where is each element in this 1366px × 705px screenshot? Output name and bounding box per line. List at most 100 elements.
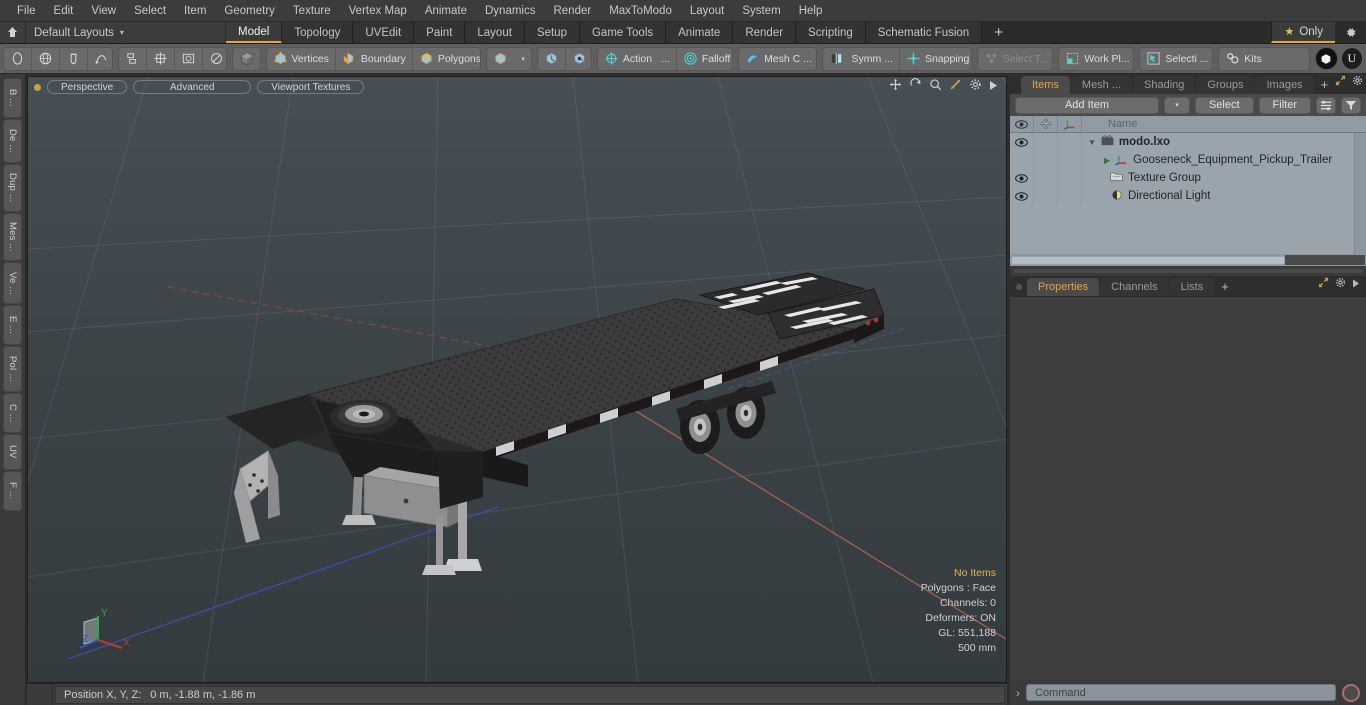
rail-tab-vertex[interactable]: Ve ... <box>3 262 22 304</box>
tab-animate[interactable]: Animate <box>666 22 734 43</box>
tab-channels[interactable]: Channels <box>1100 278 1169 296</box>
filter-button[interactable]: Filter <box>1258 96 1311 114</box>
item-list[interactable]: ▼ modo.lxo ▶ Gooseneck_Equipment_Pickup_… <box>1010 133 1366 254</box>
menu-item-file[interactable]: File <box>8 3 45 19</box>
rail-tab-duplicate[interactable]: Dup ... <box>3 164 22 212</box>
menu-item-layout[interactable]: Layout <box>681 3 734 19</box>
funnel-icon[interactable] <box>1341 96 1361 114</box>
tab-render[interactable]: Render <box>733 22 797 43</box>
rail-tab-polygon[interactable]: Pol ... <box>3 346 22 392</box>
command-input[interactable]: Command <box>1026 684 1336 701</box>
sphere-icon[interactable] <box>4 48 31 70</box>
rail-tab-mesh-edit[interactable]: Mes ... <box>3 213 22 261</box>
visibility-toggle[interactable] <box>1010 187 1034 205</box>
chevron-down-icon[interactable]: ▾ <box>514 55 530 63</box>
add-properties-tab-button[interactable]: + <box>1215 279 1235 296</box>
menu-item-select[interactable]: Select <box>125 3 175 19</box>
visibility-toggle[interactable] <box>1010 151 1034 169</box>
pan-icon[interactable] <box>889 78 902 96</box>
selection-mode-boundary[interactable]: Boundary <box>334 47 412 70</box>
menu-item-animate[interactable]: Animate <box>416 3 476 19</box>
expander-collapse-icon[interactable]: ▼ <box>1088 138 1096 147</box>
curve-icon[interactable] <box>87 47 112 70</box>
list-options-icon[interactable] <box>1316 96 1336 114</box>
viewport-more-icon[interactable] <box>989 78 998 96</box>
tab-groups[interactable]: Groups <box>1196 76 1255 94</box>
add-panel-tab-button[interactable]: + <box>1315 77 1335 94</box>
tab-layout[interactable]: Layout <box>465 22 525 43</box>
symmetry-button[interactable]: Symm ... <box>823 48 899 70</box>
only-toggle-button[interactable]: ★ Only <box>1271 22 1335 43</box>
rail-tab-uv[interactable]: UV <box>3 434 22 470</box>
selection-mode-vertices[interactable]: Vertices <box>267 48 335 70</box>
action-center-button[interactable]: Action ... <box>598 48 676 70</box>
menu-item-system[interactable]: System <box>733 3 789 19</box>
tab-items[interactable]: Items <box>1021 76 1070 94</box>
move-icon[interactable] <box>1034 116 1058 132</box>
list-item-mesh[interactable]: ▶ Gooseneck_Equipment_Pickup_Trailer <box>1010 151 1366 169</box>
menu-item-view[interactable]: View <box>82 3 125 19</box>
rail-tab-edge[interactable]: E ... <box>3 305 22 345</box>
fit-icon[interactable] <box>949 78 962 96</box>
transform-cell[interactable] <box>1034 187 1058 205</box>
axis-cell[interactable] <box>1058 151 1082 169</box>
menu-item-maxtomodo[interactable]: MaxToModo <box>600 3 681 19</box>
viewport-advanced-button[interactable]: Advanced <box>133 80 252 94</box>
rail-tab-deform[interactable]: De ... <box>3 119 22 163</box>
panel-splitter[interactable] <box>1010 266 1366 276</box>
kits-button[interactable]: Kits <box>1219 48 1309 70</box>
viewport-gear-icon[interactable] <box>969 78 982 96</box>
record-icon[interactable] <box>1342 683 1360 702</box>
work-plane-button[interactable]: Work Pl... <box>1059 48 1133 70</box>
expander-expand-icon[interactable]: ▶ <box>1104 156 1110 165</box>
tab-images[interactable]: Images <box>1255 76 1314 94</box>
snapping-button[interactable]: Snapping <box>898 47 971 70</box>
add-item-dropdown-icon[interactable]: ▾ <box>1163 96 1190 114</box>
axis-cell[interactable] <box>1058 133 1082 151</box>
menu-item-item[interactable]: Item <box>175 3 215 19</box>
transform-cell[interactable] <box>1034 133 1058 151</box>
pivot-origin-icon[interactable] <box>564 47 591 70</box>
unreal-badge-icon[interactable]: U <box>1340 47 1364 70</box>
visibility-toggle[interactable] <box>1010 133 1034 151</box>
tab-properties[interactable]: Properties <box>1027 278 1100 296</box>
selection-mode-polygons[interactable]: Polygons <box>411 47 480 70</box>
axis-cell[interactable] <box>1058 169 1082 187</box>
add-item-button[interactable]: Add Item <box>1015 96 1159 114</box>
tab-game-tools[interactable]: Game Tools <box>579 22 667 43</box>
stack-icon[interactable] <box>119 48 146 70</box>
viewport-textures-button[interactable]: Viewport Textures <box>257 80 365 94</box>
capsule-icon[interactable] <box>59 47 87 70</box>
list-item-texture-group[interactable]: Texture Group <box>1010 169 1366 187</box>
viewport-perspective-button[interactable]: Perspective <box>47 80 128 94</box>
panel-gear-icon[interactable] <box>1335 275 1346 293</box>
select-through-button[interactable]: Select T... <box>978 48 1053 70</box>
axis-icon[interactable] <box>1058 116 1082 132</box>
menu-item-texture[interactable]: Texture <box>284 3 340 19</box>
tab-topology[interactable]: Topology <box>282 22 354 43</box>
panel-more-icon[interactable] <box>1352 275 1360 293</box>
ellipse-icon[interactable] <box>201 47 227 70</box>
menu-item-render[interactable]: Render <box>544 3 600 19</box>
tab-paint[interactable]: Paint <box>414 22 466 43</box>
item-list-vertical-scrollbar[interactable] <box>1354 133 1366 254</box>
item-list-horizontal-scrollbar[interactable] <box>1010 254 1366 266</box>
default-layouts-dropdown[interactable]: Default Layouts ▾ <box>26 22 226 43</box>
list-item-directional-light[interactable]: Directional Light <box>1010 187 1366 205</box>
rail-tab-fusion[interactable]: F ... <box>3 471 22 511</box>
rail-tab-curve[interactable]: C ... <box>3 393 22 433</box>
cube-icon[interactable] <box>233 48 259 70</box>
home-icon[interactable] <box>0 22 26 43</box>
transform-cell[interactable] <box>1034 169 1058 187</box>
list-item-scene[interactable]: ▼ modo.lxo <box>1010 133 1366 151</box>
selection-set-button[interactable]: Selecti ... <box>1140 48 1212 70</box>
globe-icon[interactable] <box>31 47 59 70</box>
gear-icon[interactable] <box>1335 22 1366 43</box>
tab-model[interactable]: Model <box>226 22 283 43</box>
menu-item-help[interactable]: Help <box>790 3 832 19</box>
scrollbar-thumb[interactable] <box>1011 255 1285 265</box>
select-button[interactable]: Select <box>1194 96 1254 114</box>
modo-badge-icon[interactable] <box>1315 47 1338 70</box>
expand-icon[interactable] <box>1335 73 1346 91</box>
menu-item-vertex-map[interactable]: Vertex Map <box>340 3 416 19</box>
